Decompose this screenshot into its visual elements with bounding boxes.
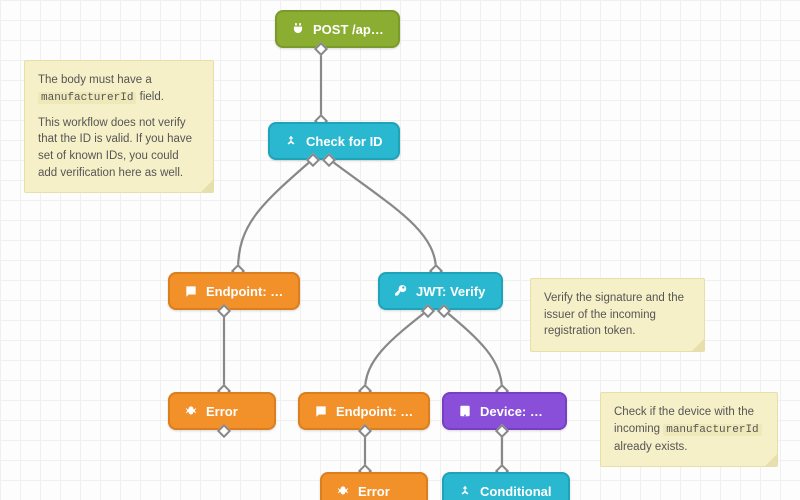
branch-icon	[284, 134, 298, 148]
bug-icon	[184, 404, 198, 418]
node-label: Conditional	[480, 484, 552, 499]
note-text: Check if the device with the incoming ma…	[614, 404, 764, 455]
node-error-1[interactable]: Error	[168, 392, 276, 430]
reply-icon	[184, 284, 198, 298]
device-icon	[458, 404, 472, 418]
node-trigger[interactable]: POST /api/o…	[275, 10, 400, 48]
note-text: This workflow does not verify that the I…	[38, 115, 200, 182]
node-label: Endpoint: R…	[206, 284, 284, 299]
node-label: Check for ID	[306, 134, 383, 149]
reply-icon	[314, 404, 328, 418]
node-conditional[interactable]: Conditional	[442, 472, 570, 500]
workflow-canvas[interactable]: POST /api/o… Check for ID Endpoint: R… J…	[0, 0, 800, 500]
node-label: Device: Get	[480, 404, 551, 419]
node-check-id[interactable]: Check for ID	[268, 122, 400, 160]
node-error-2[interactable]: Error	[320, 472, 428, 500]
node-label: POST /api/o…	[313, 22, 384, 37]
sticky-note-1[interactable]: The body must have a manufacturerId fiel…	[24, 60, 214, 193]
node-endpoint-reply-2[interactable]: Endpoint: R…	[298, 392, 430, 430]
node-endpoint-reply-1[interactable]: Endpoint: R…	[168, 272, 300, 310]
key-icon	[394, 284, 408, 298]
node-label: Error	[206, 404, 238, 419]
node-label: Error	[358, 484, 390, 499]
note-text: Verify the signature and the issuer of t…	[544, 290, 691, 340]
node-jwt-verify[interactable]: JWT: Verify	[378, 272, 503, 310]
node-label: Endpoint: R…	[336, 404, 414, 419]
code-snippet: manufacturerId	[38, 92, 136, 104]
node-device-get[interactable]: Device: Get	[442, 392, 567, 430]
sticky-note-3[interactable]: Check if the device with the incoming ma…	[600, 392, 778, 467]
note-text: The body must have a manufacturerId fiel…	[38, 72, 200, 107]
branch-icon	[458, 484, 472, 498]
plug-icon	[291, 22, 305, 36]
bug-icon	[336, 484, 350, 498]
node-label: JWT: Verify	[416, 284, 485, 299]
sticky-note-2[interactable]: Verify the signature and the issuer of t…	[530, 278, 705, 352]
code-snippet: manufacturerId	[663, 424, 761, 436]
